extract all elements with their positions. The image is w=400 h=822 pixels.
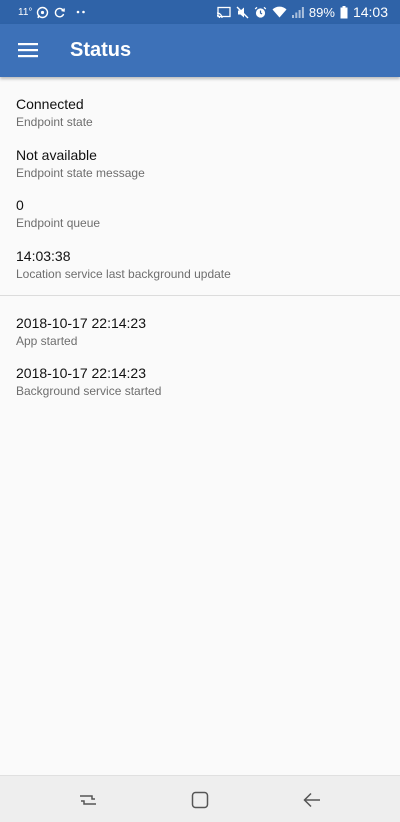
whatsapp-icon	[36, 6, 49, 19]
home-icon	[191, 791, 209, 809]
cast-icon	[216, 6, 231, 19]
hamburger-menu-icon	[18, 42, 38, 58]
clock-text: 14:03	[352, 4, 388, 20]
app-toolbar: Status	[0, 24, 400, 77]
list-item-location-update: 14:03:38 Location service last backgroun…	[16, 247, 384, 282]
back-button[interactable]	[282, 776, 342, 822]
more-dots-icon	[76, 9, 86, 15]
back-icon	[303, 792, 321, 808]
item-value: 0	[16, 197, 24, 213]
item-value: 14:03:38	[16, 248, 71, 264]
item-label: Location service last background update	[16, 267, 231, 281]
battery-percent-text: 89%	[308, 4, 335, 20]
item-value: 2018-10-17 22:14:23	[16, 365, 146, 381]
list-item-background-service-started: 2018-10-17 22:14:23 Background service s…	[16, 364, 384, 399]
item-value: 2018-10-17 22:14:23	[16, 315, 146, 331]
home-button[interactable]	[170, 776, 230, 822]
item-label: Endpoint queue	[16, 216, 101, 230]
item-value: Not available	[16, 147, 97, 163]
item-label: Endpoint state	[16, 115, 93, 129]
recents-button[interactable]	[58, 776, 118, 822]
sync-icon	[53, 6, 66, 19]
list-item-app-started: 2018-10-17 22:14:23 App started	[16, 314, 384, 349]
list-item-endpoint-queue: 0 Endpoint queue	[16, 196, 384, 231]
alarm-icon	[254, 6, 267, 19]
status-screen: 11° 89% 14:03 Status Connected Endpoint …	[0, 0, 400, 822]
page-title: Status	[70, 39, 132, 61]
hamburger-menu-button[interactable]	[16, 38, 40, 62]
system-status-bar: 11° 89% 14:03	[0, 0, 400, 24]
list-item-endpoint-state-message: Not available Endpoint state message	[16, 146, 384, 181]
mute-icon	[236, 6, 249, 19]
temperature-text: 11°	[18, 6, 33, 18]
item-label: App started	[16, 334, 78, 348]
recents-icon	[79, 792, 97, 808]
system-navigation-bar	[0, 775, 400, 822]
status-bar-right: 89% 14:03	[216, 0, 388, 24]
signal-icon	[291, 6, 304, 18]
item-value: Connected	[16, 96, 84, 112]
section-divider	[0, 295, 400, 296]
wifi-icon	[272, 6, 287, 18]
list-item-endpoint-state: Connected Endpoint state	[16, 95, 384, 130]
battery-icon	[340, 5, 348, 19]
item-label: Endpoint state message	[16, 166, 145, 180]
status-bar-left: 11°	[18, 0, 86, 24]
item-label: Background service started	[16, 384, 162, 398]
